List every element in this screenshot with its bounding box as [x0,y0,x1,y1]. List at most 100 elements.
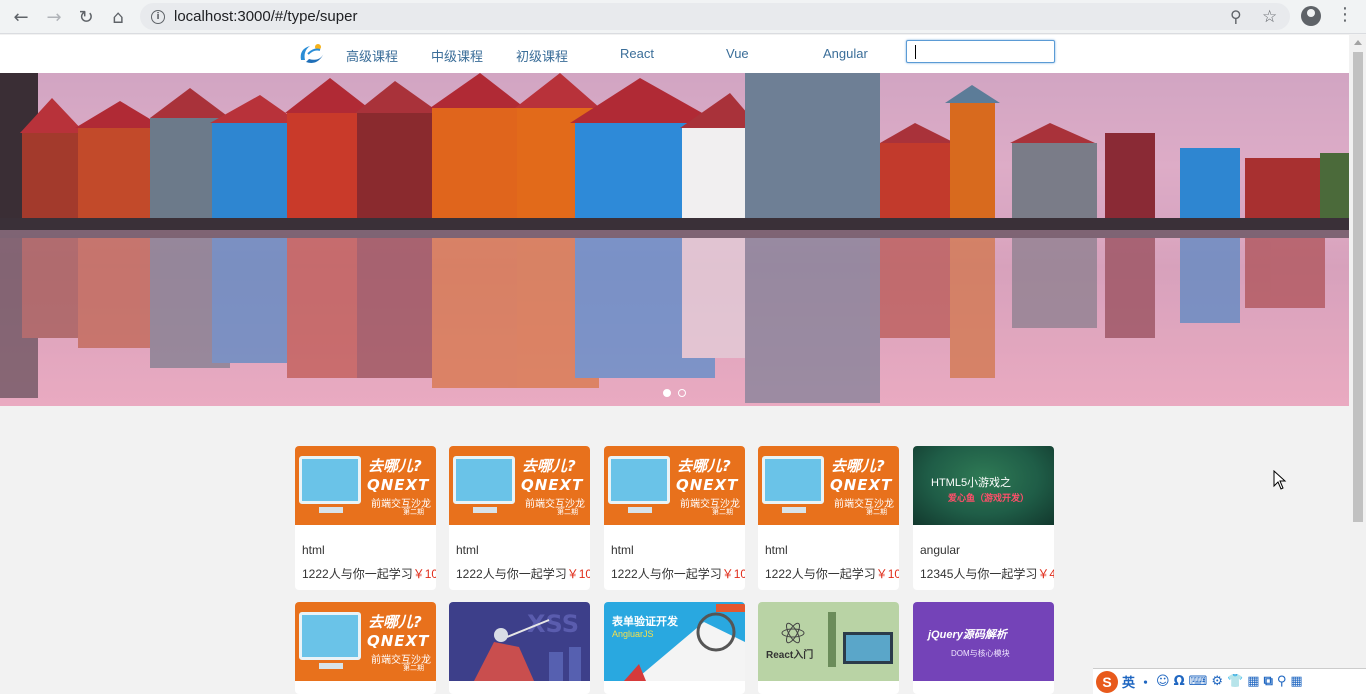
scrollbar-thumb[interactable] [1353,52,1363,522]
course-card[interactable]: React入门 [758,602,899,694]
course-thumbnail: 去哪儿? QNEXT 前端交互沙龙 第二期 [449,446,590,525]
thumb-text: QNEXT [367,476,430,494]
page-content: 高级课程 中级课程 初级课程 React Vue Angular 去哪儿? QN… [0,35,1349,694]
course-card[interactable]: 表单验证开发 AngluarJS [604,602,745,694]
nav-beginner-course[interactable]: 初级课程 [516,46,568,65]
nav-advanced-course[interactable]: 高级课程 [346,46,398,65]
thumb-text: 去哪儿? [831,457,885,475]
course-card[interactable]: 去哪儿? QNEXT 前端交互沙龙 第二期 html 1222人与你一起学习￥1… [604,446,745,590]
course-thumbnail: 去哪儿? QNEXT 前端交互沙龙 第二期 [295,602,436,681]
monitor-graphic [299,456,361,504]
address-bar[interactable]: i localhost:3000/#/type/super ⚲ ☆ [140,3,1290,30]
magnifier-illustration [624,604,745,681]
symbol-icon[interactable]: Ω [1174,674,1185,689]
monitor-graphic [453,456,515,504]
emoji-icon[interactable]: ☺ [1156,674,1170,689]
thumb-text: XSS [527,610,579,638]
info-icon[interactable]: i [151,9,165,24]
monitor-stand [319,507,343,513]
url-text[interactable]: localhost:3000/#/type/super [174,8,357,25]
thumb-text: React入门 [766,650,814,661]
course-card[interactable]: 去哪儿? QNEXT 前端交互沙龙 第二期 html 1222人与你一起学习￥1… [758,446,899,590]
profile-avatar-icon[interactable] [1301,6,1321,26]
carousel-dot-2[interactable] [678,389,686,397]
course-card[interactable]: 去哪儿? QNEXT 前端交互沙龙 第二期 html 1222人与你一起学习￥1… [295,446,436,590]
home-icon[interactable]: ⌂ [106,5,130,29]
course-price: ￥10 [412,567,436,581]
course-thumbnail: HTML5小游戏之 爱心鱼（游戏开发） [913,446,1054,525]
course-thumbnail: 去哪儿? QNEXT 前端交互沙龙 第二期 [758,446,899,525]
nav-vue[interactable]: Vue [726,46,749,61]
zoom-icon[interactable]: ⚲ [1230,3,1242,30]
learners-text: 1222人与你一起学习 [302,567,413,581]
crop-icon[interactable]: ⧉ [1264,674,1273,689]
reload-icon[interactable]: ↻ [74,5,98,29]
vertical-scrollbar[interactable] [1350,35,1366,694]
thumb-text: 去哪儿? [368,613,422,631]
react-illustration [781,612,893,667]
search-input[interactable] [906,40,1055,63]
punctuation-icon[interactable]: ・ [1139,672,1152,691]
course-card[interactable]: XSS [449,602,590,694]
skin-icon[interactable]: 👕 [1227,674,1243,689]
toolbox-icon[interactable]: ▦ [1247,674,1259,689]
nav-react[interactable]: React [620,46,654,61]
grid-icon[interactable]: ▦ [1290,674,1302,689]
carousel-dot-1[interactable] [663,389,671,397]
course-card[interactable]: 去哪儿? QNEXT 前端交互沙龙 第二期 html 1222人与你一起学习￥1… [449,446,590,590]
course-title: html [302,543,325,557]
forward-icon[interactable]: → [42,5,66,29]
ime-toolbar: S 英 ・ ☺ Ω ⌨ ⚙ 👕 ▦ ⧉ ⚲ ▦ [1093,668,1366,694]
thumb-text: 去哪儿? [368,457,422,475]
course-thumbnail: jQuery源码解析 DOM与核心模块 [913,602,1054,681]
monitor-stand [628,507,652,513]
search-icon[interactable]: ⚲ [1277,674,1287,689]
course-thumbnail: XSS [449,602,590,681]
learners-text: 12345人与你一起学习 [920,567,1038,581]
course-price: ￥10 [875,567,899,581]
hero-banner[interactable] [0,73,1349,406]
learners-text: 1222人与你一起学习 [456,567,567,581]
browser-menu-icon[interactable]: ⋮ [1336,4,1354,25]
thumb-text: 第二期 [866,508,887,516]
course-learners: 1222人与你一起学习￥10 [611,565,745,582]
scroll-up-icon[interactable] [1354,40,1362,45]
course-price: ￥4 [1037,567,1054,581]
monitor-stand [782,507,806,513]
monitor-graphic [299,612,361,660]
monitor-graphic [762,456,824,504]
thumb-text: 第二期 [403,508,424,516]
course-card[interactable]: HTML5小游戏之 爱心鱼（游戏开发） angular 12345人与你一起学习… [913,446,1054,590]
sogou-logo-icon[interactable]: S [1096,670,1118,693]
bookmark-star-icon[interactable]: ☆ [1262,3,1277,30]
back-icon[interactable]: ← [9,5,33,29]
course-title: html [611,543,634,557]
thumb-text: DOM与核心模块 [951,649,1010,658]
language-toggle-icon[interactable]: 英 [1122,672,1135,691]
thumb-text: 去哪儿? [522,457,576,475]
nav-angular[interactable]: Angular [823,46,868,61]
learners-text: 1222人与你一起学习 [611,567,722,581]
top-nav: 高级课程 中级课程 初级课程 React Vue Angular [0,35,1349,73]
browser-toolbar: ← → ↻ ⌂ i localhost:3000/#/type/super ⚲ … [0,0,1366,34]
course-learners: 1222人与你一起学习￥10 [456,565,590,582]
thumb-text: 第二期 [557,508,578,516]
thumb-text: QNEXT [521,476,584,494]
thumb-text: QNEXT [830,476,893,494]
settings-icon[interactable]: ⚙ [1211,674,1223,689]
keyboard-icon[interactable]: ⌨ [1189,674,1208,689]
thumb-text: QNEXT [367,632,430,650]
course-card[interactable]: jQuery源码解析 DOM与核心模块 [913,602,1054,694]
site-logo-icon[interactable] [296,40,326,68]
course-price: ￥10 [566,567,590,581]
course-thumbnail: 表单验证开发 AngluarJS [604,602,745,681]
course-thumbnail: 去哪儿? QNEXT 前端交互沙龙 第二期 [604,446,745,525]
course-card[interactable]: 去哪儿? QNEXT 前端交互沙龙 第二期 [295,602,436,694]
thumb-text: HTML5小游戏之 [931,477,1012,489]
nav-intermediate-course[interactable]: 中级课程 [431,46,483,65]
course-thumbnail: React入门 [758,602,899,681]
mouse-cursor-icon [1273,470,1287,490]
knight-illustration: XSS [474,610,581,681]
learners-text: 1222人与你一起学习 [765,567,876,581]
thumb-text: QNEXT [676,476,739,494]
